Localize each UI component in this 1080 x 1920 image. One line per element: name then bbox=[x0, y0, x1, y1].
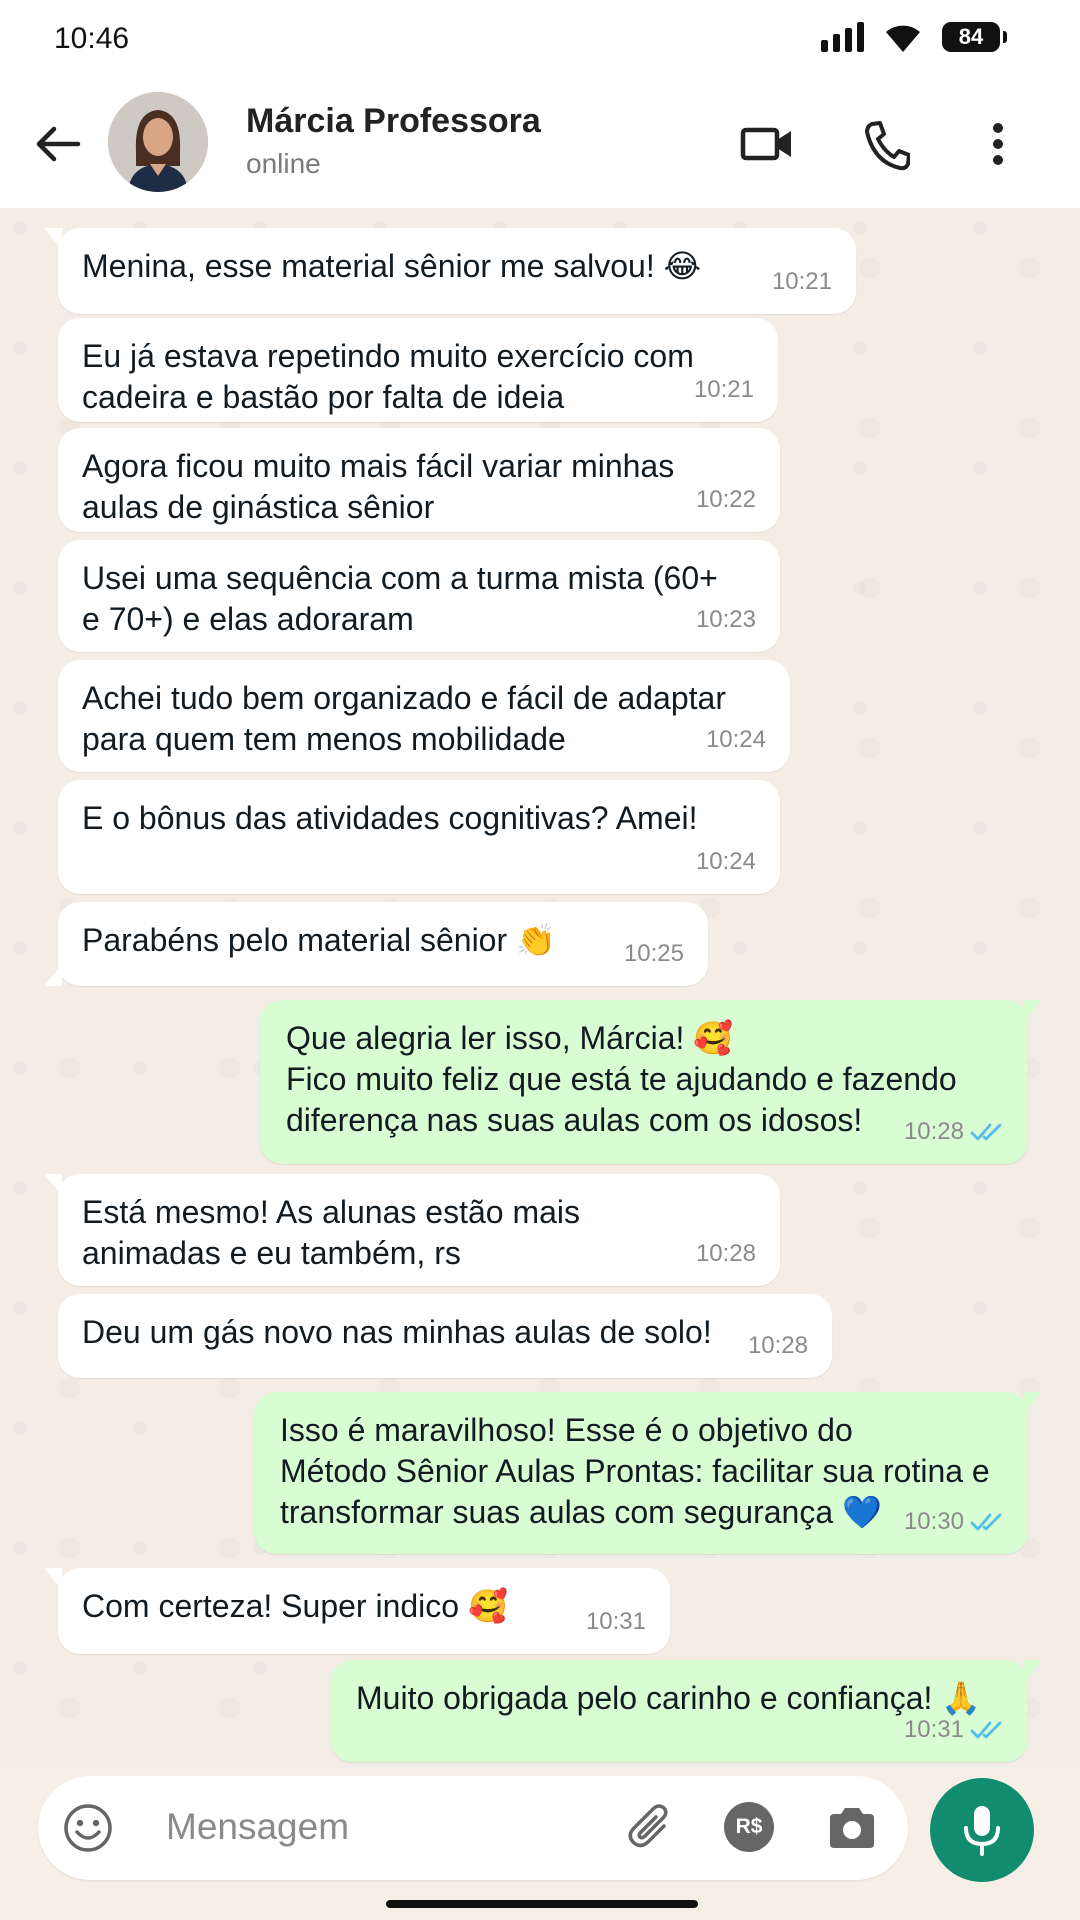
message-text: Agora ficou muito mais fácil variar minh… bbox=[82, 448, 675, 525]
avatar[interactable] bbox=[108, 92, 208, 192]
message-time: 10:28 bbox=[747, 1332, 808, 1359]
phone-icon[interactable] bbox=[862, 114, 910, 174]
chat-area[interactable]: Menina, esse material sênior me salvou! … bbox=[0, 208, 1080, 1768]
payment-icon-label: R$ bbox=[735, 1815, 763, 1838]
payment-icon[interactable]: R$ bbox=[724, 1802, 774, 1852]
message-text: Parabéns pelo material sênior 👏 bbox=[82, 922, 556, 958]
message-time: 10:31 bbox=[585, 1608, 646, 1635]
read-receipt-icon bbox=[970, 1721, 1002, 1738]
camera-icon[interactable] bbox=[826, 1802, 878, 1854]
message-bubble[interactable]: Usei uma sequência com a turma mista (60… bbox=[58, 540, 780, 652]
message-time: 10:23 bbox=[695, 606, 756, 633]
message-text: Está mesmo! As alunas estão mais animada… bbox=[82, 1194, 580, 1271]
message-time: 10:30 bbox=[903, 1508, 964, 1535]
mic-icon bbox=[964, 1806, 1000, 1856]
message-text: Achei tudo bem organizado e fácil de ada… bbox=[82, 680, 726, 757]
signal-icon bbox=[821, 22, 864, 52]
emoji-icon[interactable] bbox=[62, 1802, 114, 1854]
message-bubble[interactable]: Parabéns pelo material sênior 👏 10:25 bbox=[44, 902, 708, 986]
message-time: 10:22 bbox=[695, 486, 756, 513]
message-bubble[interactable]: Muito obrigada pelo carinho e confiança!… bbox=[330, 1660, 1042, 1762]
message-bubble[interactable]: Está mesmo! As alunas estão mais animada… bbox=[44, 1174, 780, 1286]
message-input[interactable]: Mensagem bbox=[166, 1806, 349, 1848]
message-bubble[interactable]: Que alegria ler isso, Márcia! 🥰 Fico mui… bbox=[260, 1000, 1042, 1164]
video-call-icon[interactable] bbox=[740, 114, 794, 174]
contact-status: online bbox=[246, 148, 321, 179]
contact-name[interactable]: Márcia Professora bbox=[246, 102, 541, 141]
message-bubble[interactable]: E o bônus das atividades cognitivas? Ame… bbox=[58, 780, 780, 894]
message-text: Isso é maravilhoso! Esse é o objetivo do… bbox=[280, 1412, 990, 1530]
message-input-bar: Mensagem R$ bbox=[38, 1776, 908, 1880]
message-text: Com certeza! Super indico 🥰 bbox=[82, 1588, 508, 1624]
message-time: 10:28 bbox=[903, 1118, 964, 1145]
battery-icon: 84 bbox=[942, 22, 1007, 52]
wifi-icon bbox=[886, 25, 920, 52]
message-bubble[interactable]: Menina, esse material sênior me salvou! … bbox=[44, 228, 856, 314]
message-text: Que alegria ler isso, Márcia! 🥰 Fico mui… bbox=[286, 1020, 957, 1138]
message-time: 10:24 bbox=[695, 848, 756, 875]
back-arrow-icon[interactable] bbox=[30, 116, 86, 172]
message-bubble[interactable]: Isso é maravilhoso! Esse é o objetivo do… bbox=[254, 1392, 1042, 1554]
message-text: Deu um gás novo nas minhas aulas de solo… bbox=[82, 1314, 712, 1350]
mic-button[interactable] bbox=[930, 1778, 1034, 1882]
message-text: Usei uma sequência com a turma mista (60… bbox=[82, 560, 718, 637]
message-time: 10:25 bbox=[623, 940, 684, 967]
message-bubble[interactable]: Agora ficou muito mais fácil variar minh… bbox=[58, 428, 780, 532]
message-bubble[interactable]: Com certeza! Super indico 🥰 10:31 bbox=[44, 1568, 670, 1654]
message-bubble[interactable]: Eu já estava repetindo muito exercício c… bbox=[58, 318, 778, 422]
message-text: Eu já estava repetindo muito exercício c… bbox=[82, 338, 694, 415]
read-receipt-icon bbox=[970, 1513, 1002, 1530]
message-time: 10:21 bbox=[693, 376, 754, 403]
message-time: 10:21 bbox=[771, 268, 832, 295]
attach-icon[interactable] bbox=[624, 1802, 678, 1854]
message-text: Menina, esse material sênior me salvou! … bbox=[82, 248, 701, 284]
message-bubble[interactable]: Achei tudo bem organizado e fácil de ada… bbox=[58, 660, 790, 772]
read-receipt-icon bbox=[970, 1123, 1002, 1140]
chat-header: Márcia Professora online bbox=[0, 80, 1080, 209]
status-time: 10:46 bbox=[54, 22, 130, 55]
message-time: 10:24 bbox=[705, 726, 766, 753]
more-vert-icon[interactable] bbox=[990, 114, 1006, 174]
message-text: E o bônus das atividades cognitivas? Ame… bbox=[82, 800, 698, 836]
status-bar: 10:46 84 bbox=[0, 0, 1080, 80]
message-time: 10:28 bbox=[695, 1240, 756, 1267]
battery-level: 84 bbox=[958, 24, 984, 49]
home-indicator bbox=[386, 1900, 698, 1908]
message-time: 10:31 bbox=[903, 1716, 964, 1743]
message-bubble[interactable]: Deu um gás novo nas minhas aulas de solo… bbox=[58, 1294, 832, 1378]
